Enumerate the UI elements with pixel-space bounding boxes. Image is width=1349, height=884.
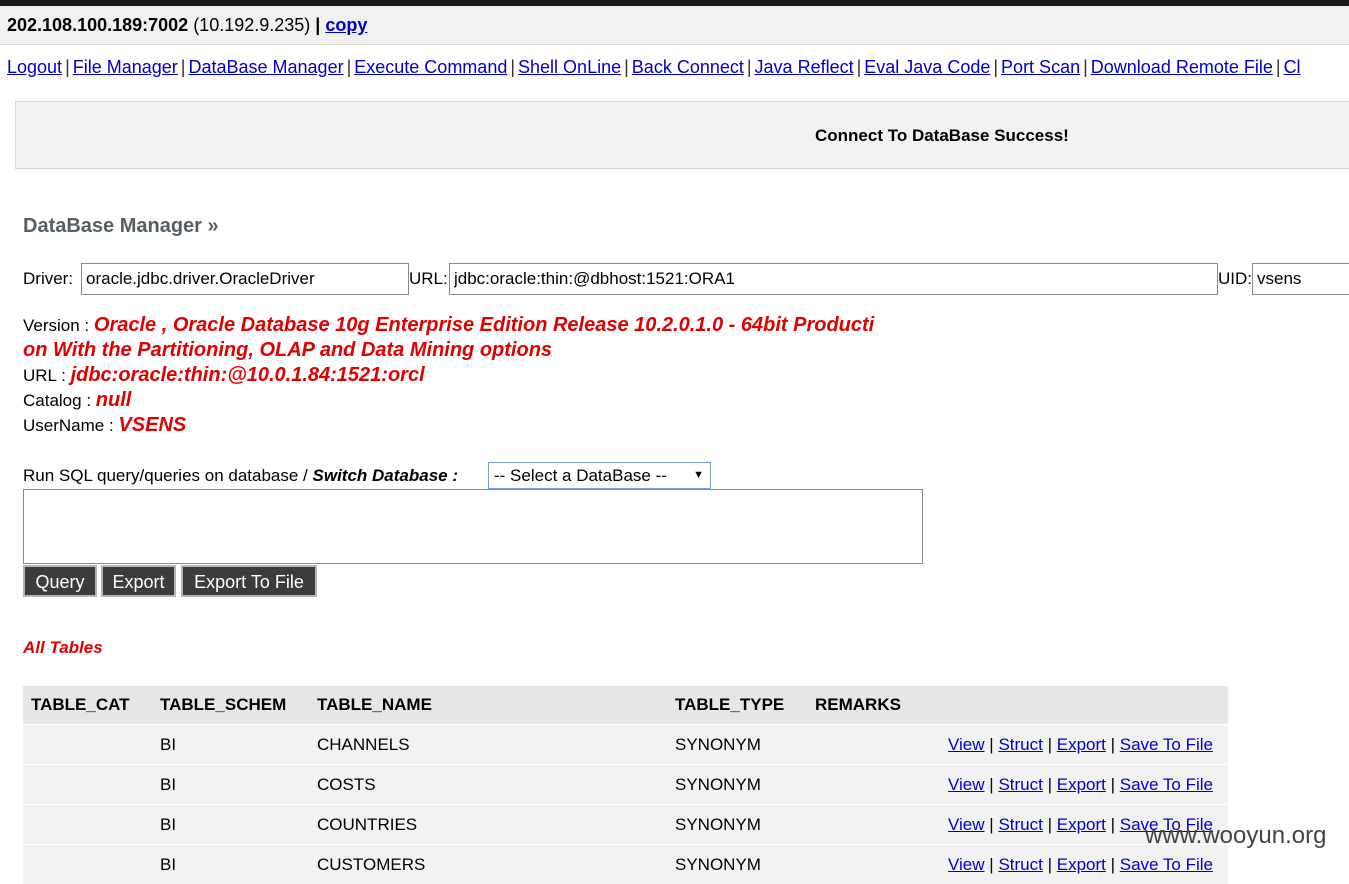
export-to-file-button[interactable]: Export To File	[181, 565, 317, 597]
host-address: 202.108.100.189:7002	[7, 15, 188, 35]
page-title: DataBase Manager »	[23, 215, 219, 238]
sql-query-textarea[interactable]	[23, 489, 923, 564]
view-link[interactable]: View	[948, 775, 985, 794]
username-value: VSENS	[118, 414, 186, 436]
cell-name: COSTS	[309, 765, 667, 805]
copy-link[interactable]: copy	[325, 15, 367, 35]
table-header-row: TABLE_CAT TABLE_SCHEM TABLE_NAME TABLE_T…	[23, 686, 1228, 725]
nav-file-manager[interactable]: File Manager	[73, 57, 178, 77]
view-link[interactable]: View	[948, 735, 985, 754]
export-button[interactable]: Export	[101, 565, 176, 597]
view-link[interactable]: View	[948, 815, 985, 834]
nav-java-reflect[interactable]: Java Reflect	[755, 57, 854, 77]
sql-label-row: Run SQL query/queries on database / Swit…	[23, 462, 458, 490]
status-banner: Connect To DataBase Success!	[15, 101, 1349, 169]
col-actions	[917, 686, 1228, 725]
username-label: UserName :	[23, 416, 114, 435]
version-label: Version :	[23, 316, 89, 335]
export-link[interactable]: Export	[1057, 815, 1106, 834]
col-remarks: REMARKS	[807, 686, 917, 725]
nav-logout[interactable]: Logout	[7, 57, 62, 77]
version-value-cont: on With the Partitioning, OLAP and Data …	[23, 339, 552, 361]
cell-remarks	[807, 805, 917, 845]
cell-schem: BI	[152, 805, 309, 845]
cell-name: COUNTRIES	[309, 805, 667, 845]
all-tables-heading: All Tables	[23, 638, 103, 658]
cell-cat	[23, 765, 152, 805]
uid-input[interactable]	[1252, 263, 1349, 295]
connection-info: Version : Oracle , Oracle Database 10g E…	[23, 313, 874, 438]
driver-label: Driver:	[23, 263, 73, 295]
cell-remarks	[807, 845, 917, 884]
cell-name: CHANNELS	[309, 725, 667, 765]
url-label: URL:	[409, 263, 448, 295]
cell-type: SYNONYM	[667, 765, 807, 805]
catalog-value: null	[96, 389, 132, 411]
cell-cat	[23, 805, 152, 845]
struct-link[interactable]: Struct	[998, 855, 1042, 874]
table-row: BI CHANNELS SYNONYM View | Struct | Expo…	[23, 725, 1228, 765]
nav-shell-online[interactable]: Shell OnLine	[518, 57, 621, 77]
cell-cat	[23, 845, 152, 884]
dropdown-arrow-icon: ▼	[693, 463, 704, 488]
cell-schem: BI	[152, 725, 309, 765]
nav-eval-java-code[interactable]: Eval Java Code	[864, 57, 990, 77]
table-row: BI COUNTRIES SYNONYM View | Struct | Exp…	[23, 805, 1228, 845]
uid-label: UID:	[1218, 263, 1252, 295]
save-to-file-link[interactable]: Save To File	[1120, 855, 1213, 874]
nav-back-connect[interactable]: Back Connect	[632, 57, 744, 77]
cell-cat	[23, 725, 152, 765]
version-value: Oracle , Oracle Database 10g Enterprise …	[94, 314, 874, 336]
cell-type: SYNONYM	[667, 805, 807, 845]
connect-success-message: Connect To DataBase Success!	[815, 102, 1069, 170]
struct-link[interactable]: Struct	[998, 735, 1042, 754]
nav-cl[interactable]: Cl	[1284, 57, 1301, 77]
watermark: www.wooyun.org	[1145, 822, 1326, 850]
save-to-file-link[interactable]: Save To File	[1120, 775, 1213, 794]
cell-name: CUSTOMERS	[309, 845, 667, 884]
nav-database-manager[interactable]: DataBase Manager	[188, 57, 343, 77]
table-row: BI COSTS SYNONYM View | Struct | Export …	[23, 765, 1228, 805]
url-info-value: jdbc:oracle:thin:@10.0.1.84:1521:orcl	[71, 364, 425, 386]
sql-label: Run SQL query/queries on database /	[23, 466, 308, 485]
database-select-value: -- Select a DataBase --	[494, 466, 667, 485]
nav-port-scan[interactable]: Port Scan	[1001, 57, 1080, 77]
switch-database-label: Switch Database :	[313, 466, 459, 485]
tables-list: TABLE_CAT TABLE_SCHEM TABLE_NAME TABLE_T…	[23, 686, 1228, 884]
database-select[interactable]: -- Select a DataBase -- ▼	[488, 462, 711, 489]
struct-link[interactable]: Struct	[998, 815, 1042, 834]
cell-type: SYNONYM	[667, 725, 807, 765]
cell-type: SYNONYM	[667, 845, 807, 884]
export-link[interactable]: Export	[1057, 735, 1106, 754]
struct-link[interactable]: Struct	[998, 775, 1042, 794]
driver-input[interactable]	[81, 263, 409, 295]
catalog-label: Catalog :	[23, 391, 91, 410]
col-table-type: TABLE_TYPE	[667, 686, 807, 725]
url-input[interactable]	[449, 263, 1218, 295]
export-link[interactable]: Export	[1057, 775, 1106, 794]
url-info-label: URL :	[23, 366, 66, 385]
cell-schem: BI	[152, 845, 309, 884]
row-actions: View | Struct | Export | Save To File	[917, 845, 1228, 884]
cell-remarks	[807, 765, 917, 805]
row-actions: View | Struct | Export | Save To File	[917, 725, 1228, 765]
export-link[interactable]: Export	[1057, 855, 1106, 874]
table-row: BI CUSTOMERS SYNONYM View | Struct | Exp…	[23, 845, 1228, 884]
header-separator: |	[315, 15, 320, 35]
save-to-file-link[interactable]: Save To File	[1120, 735, 1213, 754]
cell-schem: BI	[152, 765, 309, 805]
col-table-name: TABLE_NAME	[309, 686, 667, 725]
nav-execute-command[interactable]: Execute Command	[354, 57, 507, 77]
row-actions: View | Struct | Export | Save To File	[917, 765, 1228, 805]
cell-remarks	[807, 725, 917, 765]
col-table-schem: TABLE_SCHEM	[152, 686, 309, 725]
main-nav: Logout|File Manager|DataBase Manager|Exe…	[7, 54, 1349, 80]
host-ip: (10.192.9.235)	[193, 15, 310, 35]
view-link[interactable]: View	[948, 855, 985, 874]
nav-download-remote-file[interactable]: Download Remote File	[1091, 57, 1273, 77]
col-table-cat: TABLE_CAT	[23, 686, 152, 725]
host-header: 202.108.100.189:7002 (10.192.9.235) | co…	[0, 6, 1349, 45]
query-button[interactable]: Query	[23, 565, 97, 597]
